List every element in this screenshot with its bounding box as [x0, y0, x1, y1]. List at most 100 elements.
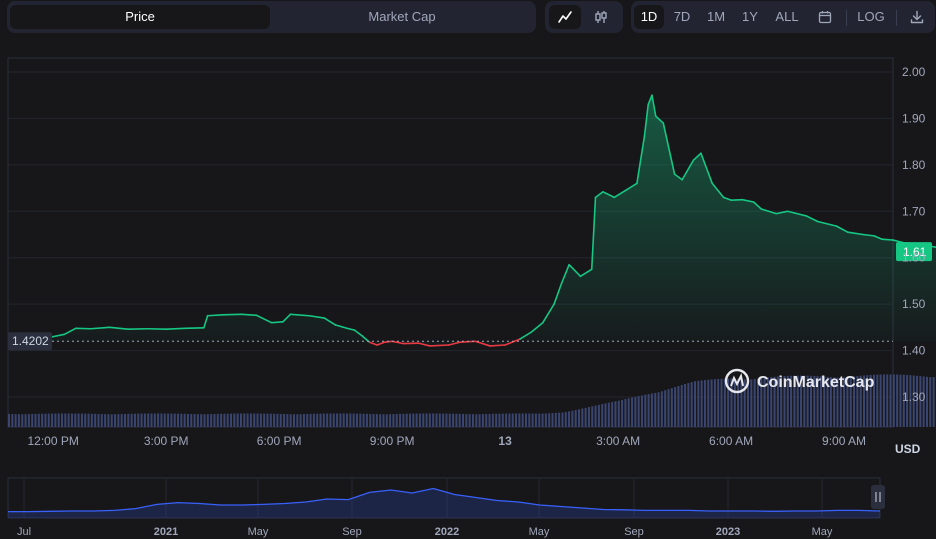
- volume-bar: [160, 413, 163, 427]
- volume-bar: [114, 414, 117, 427]
- x-tick-label: 6:00 PM: [257, 434, 302, 448]
- volume-bar: [664, 390, 667, 427]
- volume-bar: [117, 414, 120, 427]
- volume-bar: [110, 414, 113, 427]
- volume-bar: [210, 414, 213, 427]
- volume-bar: [203, 414, 206, 427]
- volume-bar: [505, 413, 508, 427]
- volume-bar: [448, 413, 451, 427]
- volume-bar: [399, 413, 402, 427]
- open-price-label: 1.4202: [12, 334, 49, 348]
- volume-bar: [153, 413, 156, 427]
- volume-bar: [717, 378, 720, 427]
- volume-bar: [925, 376, 928, 427]
- volume-bar: [253, 413, 256, 427]
- volume-bar: [352, 413, 355, 427]
- volume-bar: [882, 374, 885, 427]
- volume-bar: [8, 413, 10, 427]
- volume-bar: [342, 413, 345, 427]
- y-tick-label: 1.60: [902, 251, 926, 265]
- volume-bar: [17, 414, 20, 427]
- x-tick-label: 6:00 AM: [709, 434, 753, 448]
- volume-bar: [481, 414, 484, 427]
- volume-bar: [246, 413, 249, 427]
- volume-bar: [120, 414, 123, 427]
- volume-bar: [369, 413, 372, 427]
- volume-bar: [147, 413, 150, 427]
- volume-bar: [418, 413, 421, 427]
- volume-bar: [346, 413, 349, 427]
- volume-bar: [107, 414, 110, 427]
- volume-bar: [541, 413, 544, 427]
- x-tick-label: 3:00 AM: [596, 434, 640, 448]
- volume-bar: [587, 407, 590, 427]
- volume-bar: [402, 413, 405, 427]
- volume-bar: [452, 413, 455, 427]
- volume-bar: [428, 413, 431, 427]
- volume-bar: [564, 412, 567, 427]
- volume-bar: [627, 398, 630, 427]
- volume-bar: [892, 374, 895, 427]
- volume-bar: [190, 413, 193, 427]
- x-tick-label: 9:00 PM: [370, 434, 415, 448]
- volume-bar: [87, 413, 90, 427]
- volume-bar: [886, 374, 889, 427]
- volume-bar: [332, 413, 335, 427]
- volume-bar: [269, 413, 272, 427]
- navigator-tick-label: Jul: [17, 526, 31, 538]
- currency-label: USD: [895, 442, 921, 456]
- volume-bar: [51, 413, 54, 427]
- volume-bar: [538, 413, 541, 427]
- volume-bar: [465, 414, 468, 427]
- volume-bar: [432, 413, 435, 427]
- volume-bar: [385, 414, 388, 427]
- volume-bar: [236, 413, 239, 427]
- volume-bar: [293, 414, 296, 427]
- volume-bar: [697, 380, 700, 427]
- volume-bar: [64, 413, 67, 427]
- volume-bar: [657, 392, 660, 427]
- volume-bar: [531, 413, 534, 427]
- volume-bar: [276, 413, 279, 427]
- volume-bar: [223, 413, 226, 427]
- volume-bar: [54, 413, 57, 427]
- price-line-segment: [270, 320, 284, 324]
- volume-bar: [266, 413, 269, 427]
- volume-bar: [455, 413, 458, 427]
- volume-bar: [123, 413, 126, 427]
- volume-bar: [932, 376, 935, 427]
- volume-bar: [167, 413, 170, 427]
- volume-bar: [568, 411, 571, 427]
- volume-bar: [594, 405, 597, 427]
- volume-bar: [256, 413, 259, 427]
- price-line-segment: [240, 313, 258, 317]
- volume-bar: [14, 414, 17, 427]
- volume-bar: [336, 413, 339, 427]
- volume-bar: [355, 413, 358, 427]
- volume-bar: [163, 413, 166, 427]
- volume-bar: [90, 413, 93, 427]
- volume-bar: [521, 413, 524, 427]
- volume-bar: [309, 413, 312, 427]
- volume-bar: [44, 413, 47, 427]
- volume-bar: [544, 413, 547, 427]
- volume-bar: [375, 414, 378, 427]
- volume-bar: [707, 379, 710, 427]
- volume-bar: [548, 413, 551, 427]
- volume-bar: [710, 379, 713, 427]
- volume-bar: [319, 413, 322, 427]
- volume-bar: [283, 414, 286, 427]
- price-chart[interactable]: 1.42021.61CoinMarketCap 2.001.901.801.70…: [0, 0, 936, 539]
- navigator-tick-label: 2022: [435, 526, 459, 538]
- volume-bar: [528, 413, 531, 427]
- volume-bar: [634, 396, 637, 427]
- navigator-tick-label: May: [248, 526, 269, 538]
- volume-bar: [611, 401, 614, 427]
- x-tick-label: 9:00 AM: [822, 434, 866, 448]
- volume-bar: [243, 413, 246, 427]
- volume-bar: [316, 413, 319, 427]
- volume-bar: [322, 413, 325, 427]
- volume-bar: [389, 414, 392, 427]
- volume-bar: [753, 378, 756, 427]
- volume-bar: [571, 410, 574, 427]
